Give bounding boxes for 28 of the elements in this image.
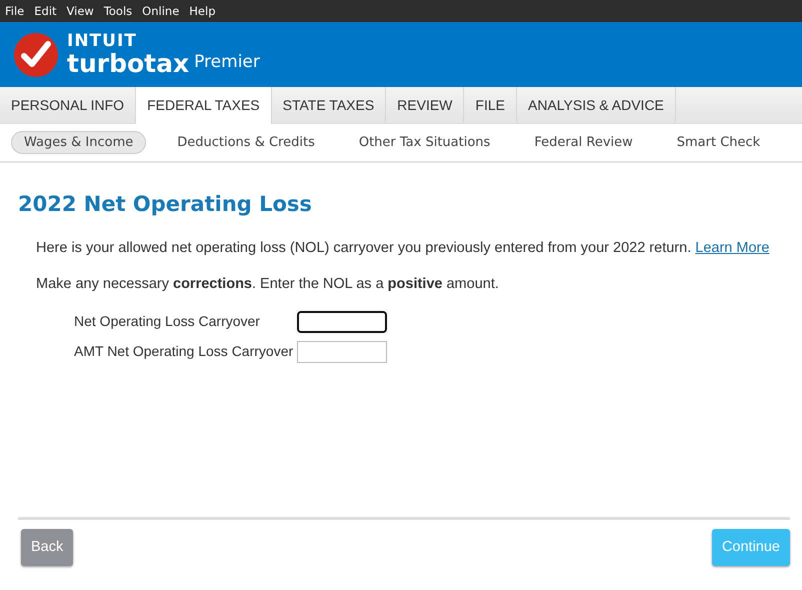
field-label: AMT Net Operating Loss Carryover: [74, 342, 294, 361]
product-logo-text: turbotax: [67, 50, 190, 76]
edition-label: Premier: [194, 51, 260, 74]
field-label: Net Operating Loss Carryover: [74, 312, 261, 331]
intro-paragraph: Here is your allowed net operating loss (NOL) carryover you previously entered from your 2022 return. Learn More: [36, 238, 770, 256]
company-logo-text: INTUIT: [67, 33, 138, 50]
nav-tab[interactable]: FILE: [464, 87, 517, 124]
nav-tab[interactable]: FEDERAL TAXES: [136, 87, 272, 124]
section-tab[interactable]: Smart Check: [664, 130, 774, 154]
menu-item[interactable]: Help: [189, 0, 222, 20]
section-tab[interactable]: Wages & Income: [11, 130, 146, 154]
checkmark-logo-icon: [13, 32, 59, 78]
nav-tab[interactable]: REVIEW: [386, 87, 464, 124]
menu-item[interactable]: Online: [142, 0, 186, 20]
menu-item[interactable]: View: [66, 0, 100, 20]
amount-field[interactable]: [297, 310, 387, 332]
nav-tab[interactable]: STATE TAXES: [272, 87, 386, 124]
section-tab[interactable]: Deductions & Credits: [164, 130, 328, 154]
menu-item[interactable]: File: [5, 0, 30, 20]
section-tab[interactable]: Other Tax Situations: [346, 130, 504, 154]
menu-item[interactable]: Tools: [104, 0, 138, 20]
menu-item[interactable]: Edit: [34, 0, 63, 20]
amount-field[interactable]: [297, 340, 387, 362]
page-title: 2022 Net Operating Loss: [18, 191, 313, 218]
instruction-text: Make any necessary corrections. Enter the NOL as a positive amount.: [36, 274, 500, 292]
learn-more-link[interactable]: Learn More: [695, 240, 770, 256]
section-tab[interactable]: Federal Review: [521, 130, 646, 154]
nav-tab[interactable]: ANALYSIS & ADVICE: [516, 87, 676, 124]
